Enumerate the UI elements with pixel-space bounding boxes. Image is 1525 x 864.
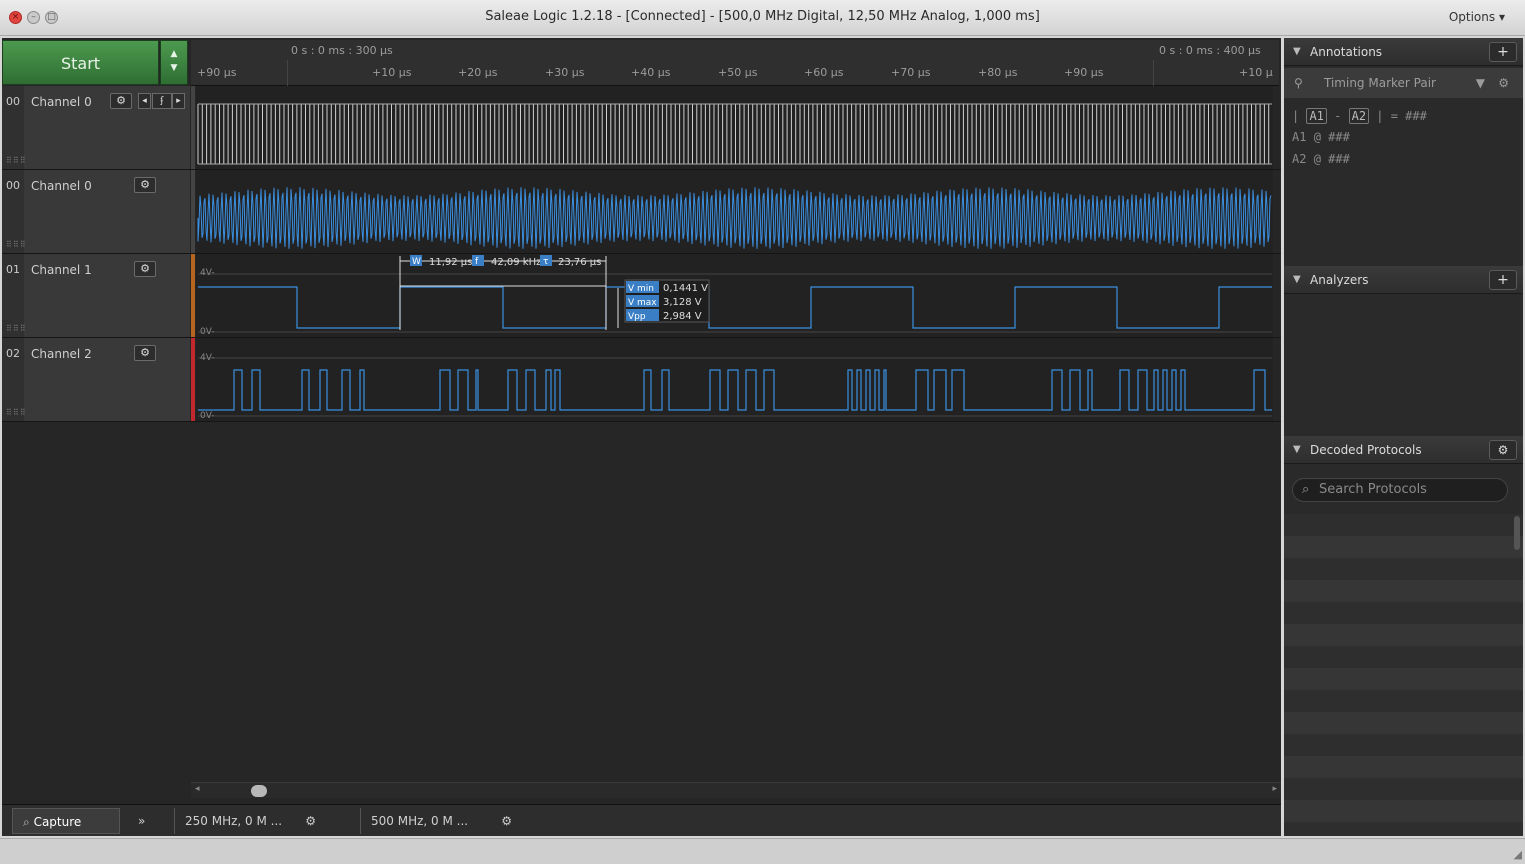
annotations-header[interactable]: ▼ Annotations + [1284,38,1523,66]
tab-session-1[interactable]: 250 MHz, 0 M ... ⚙ [174,808,324,834]
vpp-value: 2,984 V [663,311,702,322]
options-menu[interactable]: Options ▾ [1449,10,1505,24]
main-workspace: Start ▲ ▼ 0 s : 0 ms : 300 µs 0 s : 0 ms… [2,38,1281,836]
status-bar: ◢ [0,838,1525,864]
analyzers-title: Analyzers [1310,273,1369,287]
width-value: 11,92 µs [429,257,472,268]
axis-low-label: 0V- [200,327,215,337]
capture-icon: ⌕ [23,815,30,829]
period-value: 23,76 µs [558,257,601,268]
a2-value: @ ### [1313,152,1350,166]
axis-high-label: 4V- [200,268,215,278]
width-badge-label: W [412,257,421,267]
scroll-right-icon[interactable]: ▸ [1272,784,1277,794]
gear-icon[interactable]: ⚙ [1498,68,1509,98]
vertical-scrollbar[interactable] [1514,516,1520,550]
vmin-label: V min [628,284,654,294]
waveform-canvas: 4V- 0V- 4V- 0V- W 11,92 µs f 42,09 kHz τ… [197,103,1272,421]
gear-icon[interactable]: ⚙ [1489,440,1517,460]
decoded-protocols-title: Decoded Protocols [1310,443,1422,457]
collapse-triangle-icon[interactable]: ▼ [1293,266,1301,294]
options-label: Options [1448,10,1496,24]
horizontal-scrollbar[interactable]: ◂ ▸ [191,782,1281,798]
annotations-title: Annotations [1310,45,1383,59]
freq-value: 42,09 kHz [491,257,541,268]
a2-key: A2 [1348,108,1370,124]
empty-channel-area [2,422,1281,782]
tab-session-2-label: 500 MHz, 0 M ... [371,814,469,828]
tab-capture-label: Capture [33,815,82,829]
chevron-down-icon: ▾ [1498,10,1505,24]
timing-marker-row[interactable]: ⚲ Timing Marker Pair ▼ ⚙ [1284,68,1523,98]
vmax-label: V max [628,298,657,308]
resize-grip-icon[interactable]: ◢ [1514,848,1522,861]
scroll-left-icon[interactable]: ◂ [195,784,200,794]
annotation-a1-line: A1 @ ### [1292,130,1350,144]
search-protocols-input[interactable]: ⌕ Search Protocols [1292,478,1508,502]
a1-key: A1 [1306,108,1327,124]
decoded-protocols-header[interactable]: ▼ Decoded Protocols ⚙ [1284,436,1523,464]
search-icon: ⌕ [1302,482,1310,497]
gear-icon[interactable]: ⚙ [501,808,512,834]
analog-waveform-channel-2 [198,357,1272,417]
digital-waveform [197,103,1272,165]
window-title: Saleae Logic 1.2.18 - [Connected] - [500… [485,9,1040,24]
tab-capture[interactable]: ⌕ Capture [12,808,120,834]
scroll-thumb[interactable] [251,785,267,797]
tab-session-1-label: 250 MHz, 0 M ... [185,814,283,828]
a1-value: @ ### [1313,130,1350,144]
more-tabs-icon[interactable]: » [128,808,155,834]
axis-high-label: 4V- [200,353,215,363]
vmax-value: 3,128 V [663,297,702,308]
search-placeholder: Search Protocols [1319,482,1427,497]
right-sidebar: ▼ Annotations + ⚲ Timing Marker Pair ▼ ⚙… [1284,38,1523,836]
vmin-value: 0,1441 V [663,283,708,294]
dropdown-triangle-icon[interactable]: ▼ [1476,68,1485,98]
add-annotation-button[interactable]: + [1489,42,1517,62]
analog-waveform-channel-1 [198,273,1272,333]
axis-low-label: 0V- [200,411,215,421]
gear-icon[interactable]: ⚙ [305,808,316,834]
tab-session-2[interactable]: 500 MHz, 0 M ... ⚙ [360,808,520,834]
marker-pin-icon: ⚲ [1294,76,1303,90]
vpp-label: Vpp [628,312,646,322]
analog-waveform-channel-0 [197,187,1272,249]
diff-value: = ### [1390,109,1427,123]
period-badge-label: τ [543,257,548,267]
collapse-triangle-icon[interactable]: ▼ [1293,436,1301,464]
a2-label: A2 [1292,152,1307,166]
marker-label: Timing Marker Pair [1324,76,1436,90]
analyzers-header[interactable]: ▼ Analyzers + [1284,266,1523,294]
a1-label: A1 [1292,130,1307,144]
decoded-protocols-list[interactable] [1284,514,1523,836]
title-bar: × – □ Saleae Logic 1.2.18 - [Connected] … [0,0,1525,36]
collapse-triangle-icon[interactable]: ▼ [1293,38,1301,66]
bottom-tab-bar: ⌕ Capture » 250 MHz, 0 M ... ⚙ 500 MHz, … [2,804,1281,836]
annotation-a2-line: A2 @ ### [1292,152,1350,166]
add-analyzer-button[interactable]: + [1489,270,1517,290]
annotation-diff-line: | A1 - A2 | = ### [1292,108,1427,124]
